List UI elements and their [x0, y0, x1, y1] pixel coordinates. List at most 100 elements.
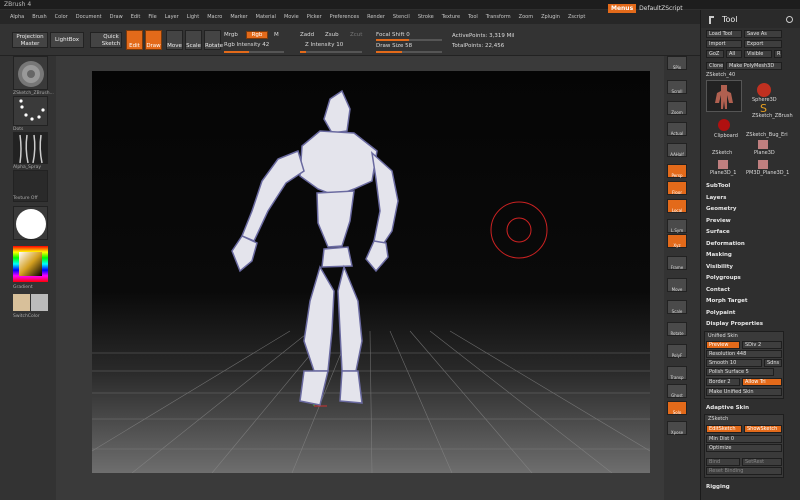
stroke-thumbnail[interactable] [13, 96, 48, 126]
menus-toggle-button[interactable]: Menus [608, 4, 637, 13]
menu-document[interactable]: Document [76, 14, 102, 20]
menu-zoom[interactable]: Zoom [519, 14, 533, 20]
import-button[interactable]: Import [706, 40, 742, 48]
polyf-button[interactable]: PolyF [667, 344, 687, 358]
zadd-toggle[interactable]: Zadd [300, 32, 314, 38]
section-rigging[interactable]: Rigging [706, 484, 730, 490]
local-button[interactable]: Local [667, 199, 687, 213]
refresh-icon[interactable] [785, 15, 794, 24]
xpose-button[interactable]: Xpose [667, 421, 687, 435]
rotate-mode-button[interactable]: Rotate [204, 30, 223, 50]
unified-skin-polish-surface[interactable]: Polish Surface 5 [706, 368, 774, 376]
menu-zscript[interactable]: Zscript [568, 14, 585, 20]
scale-button[interactable]: Scale [667, 300, 687, 314]
bind-button[interactable]: Bind [706, 458, 740, 466]
menu-preferences[interactable]: Preferences [330, 14, 359, 20]
secondary-color-swatch[interactable] [31, 294, 48, 311]
section-masking[interactable]: Masking [706, 252, 732, 258]
unified-skin-header[interactable]: Unified Skin [708, 333, 738, 339]
section-polygroups[interactable]: Polygroups [706, 275, 741, 281]
zoom-button[interactable]: Zoom [667, 101, 687, 115]
rgb-toggle[interactable]: Rgb [246, 31, 268, 39]
move-button[interactable]: Move [667, 278, 687, 292]
menu-transform[interactable]: Transform [486, 14, 511, 20]
ghost-button[interactable]: Ghost [667, 384, 687, 398]
section-contact[interactable]: Contact [706, 287, 730, 293]
menu-edit[interactable]: Edit [131, 14, 141, 20]
menu-material[interactable]: Material [256, 14, 276, 20]
menu-texture[interactable]: Texture [442, 14, 460, 20]
persp-button[interactable]: Persp [667, 164, 687, 178]
optimize-button[interactable]: Optimize [706, 444, 782, 452]
draw-mode-button[interactable]: Draw [145, 30, 162, 50]
set-rest-button[interactable]: SetRest [742, 458, 782, 466]
spix-button[interactable]: SPix [667, 56, 687, 70]
scroll-button[interactable]: Scroll [667, 80, 687, 94]
r-button[interactable]: R [774, 50, 782, 58]
rotate-button[interactable]: Rotate [667, 322, 687, 336]
rgb-intensity-slider[interactable] [224, 51, 284, 53]
lightbox-button[interactable]: LightBox [50, 32, 84, 48]
zsub-toggle[interactable]: Zsub [325, 32, 339, 38]
unified-skin-sdns[interactable]: Sdns [764, 359, 782, 367]
visible-button[interactable]: Visible [744, 50, 772, 58]
menu-file[interactable]: File [148, 14, 156, 20]
brush-thumbnail[interactable] [13, 56, 48, 90]
tool-thumb-plane3d[interactable]: Plane3D [746, 138, 782, 158]
section-surface[interactable]: Surface [706, 229, 730, 235]
tool-thumb-plane3d-1[interactable]: Plane3D_1 [706, 158, 742, 178]
floor-button[interactable]: Floor [667, 181, 687, 195]
menu-draw[interactable]: Draw [110, 14, 123, 20]
transp-button[interactable]: Transp [667, 366, 687, 380]
tool-thumb-pm3d-plane3d[interactable]: PM3D_Plane3D_1 [746, 158, 789, 178]
zcut-toggle[interactable]: Zcut [350, 32, 362, 38]
lsym-button[interactable]: L.Sym [667, 219, 687, 233]
frame-button[interactable]: Frame [667, 256, 687, 270]
clone-button[interactable]: Clone [706, 62, 724, 70]
menu-macro[interactable]: Macro [207, 14, 222, 20]
section-deformation[interactable]: Deformation [706, 241, 745, 247]
solo-button[interactable]: Solo [667, 401, 687, 415]
unified-skin-sdiv[interactable]: SDiv 2 [742, 341, 782, 349]
actual-button[interactable]: Actual [667, 122, 687, 136]
section-polypaint[interactable]: Polypaint [706, 310, 735, 316]
menu-stencil[interactable]: Stencil [393, 14, 410, 20]
unified-skin-border[interactable]: Border 2 [706, 378, 740, 386]
section-layers[interactable]: Layers [706, 195, 726, 201]
reset-binding-button[interactable]: Reset Binding [706, 467, 782, 475]
material-thumbnail[interactable] [13, 206, 48, 240]
edit-mode-button[interactable]: Edit [126, 30, 143, 50]
save-as-button[interactable]: Save As [744, 30, 782, 38]
tool-thumb-zsketch-zbrush[interactable]: S ZSketch_ZBrush [746, 100, 793, 120]
menu-render[interactable]: Render [367, 14, 385, 20]
gradient-label[interactable]: Gradient [13, 285, 33, 290]
zsketch-header[interactable]: ZSketch [708, 416, 728, 422]
section-visibility[interactable]: Visibility [706, 264, 733, 270]
xyz-button[interactable]: Xyz [667, 234, 687, 248]
make-polymesh-button[interactable]: Make PolyMesh3D [726, 62, 782, 70]
unified-skin-smooth[interactable]: Smooth 10 [706, 359, 762, 367]
menu-color[interactable]: Color [55, 14, 68, 20]
goz-button[interactable]: GoZ [706, 50, 724, 58]
menu-marker[interactable]: Marker [230, 14, 247, 20]
section-subtool[interactable]: SubTool [706, 183, 730, 189]
alpha-thumbnail[interactable] [13, 132, 48, 164]
projection-master-button[interactable]: Projection Master [12, 32, 48, 48]
section-display-properties[interactable]: Display Properties [706, 321, 763, 327]
menu-tool[interactable]: Tool [468, 14, 478, 20]
menu-brush[interactable]: Brush [32, 14, 46, 20]
tool-thumb-current[interactable] [706, 80, 742, 112]
default-zscript-label[interactable]: DefaultZScript [639, 5, 682, 12]
menu-light[interactable]: Light [187, 14, 199, 20]
mrgb-toggle[interactable]: Mrgb [224, 32, 238, 38]
document-viewport[interactable] [92, 71, 650, 473]
load-tool-button[interactable]: Load Tool [706, 30, 742, 38]
z-intensity-slider[interactable] [300, 51, 362, 53]
unified-skin-preview-button[interactable]: Preview [706, 341, 740, 349]
menu-zplugin[interactable]: Zplugin [541, 14, 560, 20]
scale-mode-button[interactable]: Scale [185, 30, 202, 50]
show-sketch-button[interactable]: ShowSketch [744, 425, 782, 433]
m-toggle[interactable]: M [274, 32, 279, 38]
menu-picker[interactable]: Picker [307, 14, 322, 20]
export-button[interactable]: Export [744, 40, 782, 48]
